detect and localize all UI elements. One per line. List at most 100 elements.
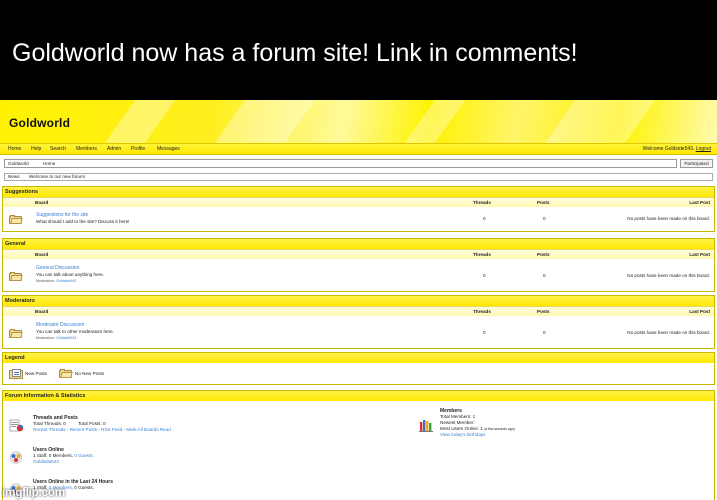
banner-streak: [544, 100, 656, 143]
rss-feed-link[interactable]: RSS Feed: [101, 427, 122, 432]
board-name[interactable]: Moderator Discussion: [36, 322, 84, 328]
category-title[interactable]: General: [3, 239, 714, 249]
board-moderators: Moderators: Goldside543: [36, 279, 76, 283]
users-online-icon: [9, 451, 23, 464]
board-posts: 0: [543, 330, 546, 335]
board-name[interactable]: General Discussion: [36, 265, 79, 271]
nav-members[interactable]: Members: [76, 144, 97, 155]
total-threads: Total Threads: 0: [33, 421, 66, 426]
legend-row: New Posts No New Posts: [3, 363, 714, 383]
breadcrumb-root[interactable]: Goldworld: [8, 160, 29, 167]
forum-info-section: Forum Information & Statistics Threads a…: [2, 390, 715, 500]
moderator-link[interactable]: Goldside543: [56, 279, 76, 283]
site-logo[interactable]: Goldworld: [9, 116, 70, 130]
members-icon: [419, 420, 433, 432]
participated-button[interactable]: Participated: [680, 159, 713, 168]
meme-caption: Goldworld now has a forum site! Link in …: [0, 0, 717, 100]
col-last-post: Last Post: [689, 252, 710, 257]
nav-help[interactable]: Help: [31, 144, 41, 155]
guests-link[interactable]: 0 Guests.: [74, 453, 94, 458]
col-threads: Threads: [473, 200, 491, 205]
nav-admin[interactable]: Admin: [107, 144, 121, 155]
info-title: Forum Information & Statistics: [3, 391, 714, 401]
new-posts-icon: [9, 369, 23, 379]
column-header: Board Threads Posts Last Post: [3, 197, 714, 207]
board-moderators: Moderators: Goldside543: [36, 336, 76, 340]
nav-messages[interactable]: Messages: [157, 144, 180, 155]
board-threads: 0: [483, 273, 486, 278]
board-description: You can talk to other moderators here.: [36, 329, 114, 334]
legend-title: Legend: [3, 353, 714, 363]
info-body: Threads and Posts Total Threads: 0 Total…: [3, 401, 714, 500]
category-general: General Board Threads Posts Last Post Ge…: [2, 238, 715, 292]
imgflip-watermark: imgflip.com: [2, 485, 65, 499]
nav-home[interactable]: Home: [8, 144, 21, 155]
board-row: Suggestions for the site What should I a…: [3, 207, 714, 231]
threads-links: Recent Threads - Recent Posts - RSS Feed…: [33, 427, 171, 432]
users-online-counts: 1 Staff, 0 Members, 0 Guests.: [33, 453, 94, 458]
category-title[interactable]: Moderators: [3, 296, 714, 306]
col-threads: Threads: [473, 309, 491, 314]
no-new-posts-icon: [59, 369, 73, 378]
col-posts: Posts: [537, 309, 550, 314]
board-last-post: No posts have been made on this board.: [627, 216, 710, 221]
col-posts: Posts: [537, 252, 550, 257]
board-row: General Discussion You can talk about an…: [3, 259, 714, 291]
board-last-post: No posts have been made on this board.: [627, 330, 710, 335]
news-text: Welcome to our new forum!: [29, 174, 86, 179]
board-threads: 0: [483, 216, 486, 221]
news-label: News: [8, 174, 20, 179]
column-header: Board Threads Posts Last Post: [3, 306, 714, 316]
banner-streak: [104, 100, 176, 143]
most-online-when: (a few seconds ago): [484, 427, 515, 431]
category-suggestions: Suggestions Board Threads Posts Last Pos…: [2, 186, 715, 232]
moderators-label: Moderators:: [36, 336, 56, 340]
breadcrumb-current[interactable]: Home: [43, 160, 55, 167]
board-description: You can talk about anything here.: [36, 272, 105, 277]
folder-icon: [9, 215, 23, 224]
moderators-label: Moderators:: [36, 279, 56, 283]
breadcrumb: Goldworld Home: [4, 159, 677, 168]
board-posts: 0: [543, 216, 546, 221]
nav-profile[interactable]: Profile: [131, 144, 145, 155]
col-board: Board: [35, 200, 49, 205]
welcome-text: Welcome Goldside543. Logout: [643, 144, 711, 155]
logout-link[interactable]: Logout: [696, 146, 711, 152]
category-moderators: Moderators Board Threads Posts Last Post…: [2, 295, 715, 349]
birthdays-link[interactable]: View today's birthdays: [440, 432, 485, 437]
nav-search[interactable]: Search: [50, 144, 66, 155]
welcome-user: Welcome Goldside543.: [642, 146, 695, 152]
total-members: Total Members: 1: [440, 414, 476, 419]
forum-page: Goldworld Home Help Search Members Admin…: [0, 100, 717, 500]
most-online-count: Most Users Online: 1: [440, 426, 483, 431]
online-user-link[interactable]: Goldside543: [33, 459, 59, 464]
recent-posts-link[interactable]: Recent Posts: [70, 427, 97, 432]
site-banner: Goldworld: [0, 100, 717, 143]
board-posts: 0: [543, 273, 546, 278]
banner-streak: [214, 100, 316, 143]
folder-icon: [9, 329, 23, 338]
board-name[interactable]: Suggestions for the site: [36, 212, 88, 218]
folder-icon: [9, 272, 23, 281]
col-threads: Threads: [473, 252, 491, 257]
most-users-online: Most Users Online: 1 (a few seconds ago): [440, 426, 515, 431]
last24-guests: , 0 Guests.: [71, 485, 94, 490]
banner-streak: [404, 100, 466, 143]
col-last-post: Last Post: [689, 309, 710, 314]
col-board: Board: [35, 309, 49, 314]
legend-new-posts: New Posts: [25, 371, 47, 376]
col-last-post: Last Post: [689, 200, 710, 205]
board-threads: 0: [483, 330, 486, 335]
main-nav: Home Help Search Members Admin Profile M…: [0, 143, 717, 155]
board-last-post: No posts have been made on this board.: [627, 273, 710, 278]
column-header: Board Threads Posts Last Post: [3, 249, 714, 259]
users-online-staff: 1 Staff, 0 Members,: [33, 453, 74, 458]
category-title[interactable]: Suggestions: [3, 187, 714, 197]
col-posts: Posts: [537, 200, 550, 205]
recent-threads-link[interactable]: Recent Threads: [33, 427, 66, 432]
mark-boards-read-link[interactable]: Mark All Boards Read: [126, 427, 170, 432]
moderator-link[interactable]: Goldside543: [56, 336, 76, 340]
newest-member: Newest Member:: [440, 420, 475, 425]
statistics-icon: [9, 419, 24, 432]
legend-no-new-posts: No New Posts: [75, 371, 105, 376]
